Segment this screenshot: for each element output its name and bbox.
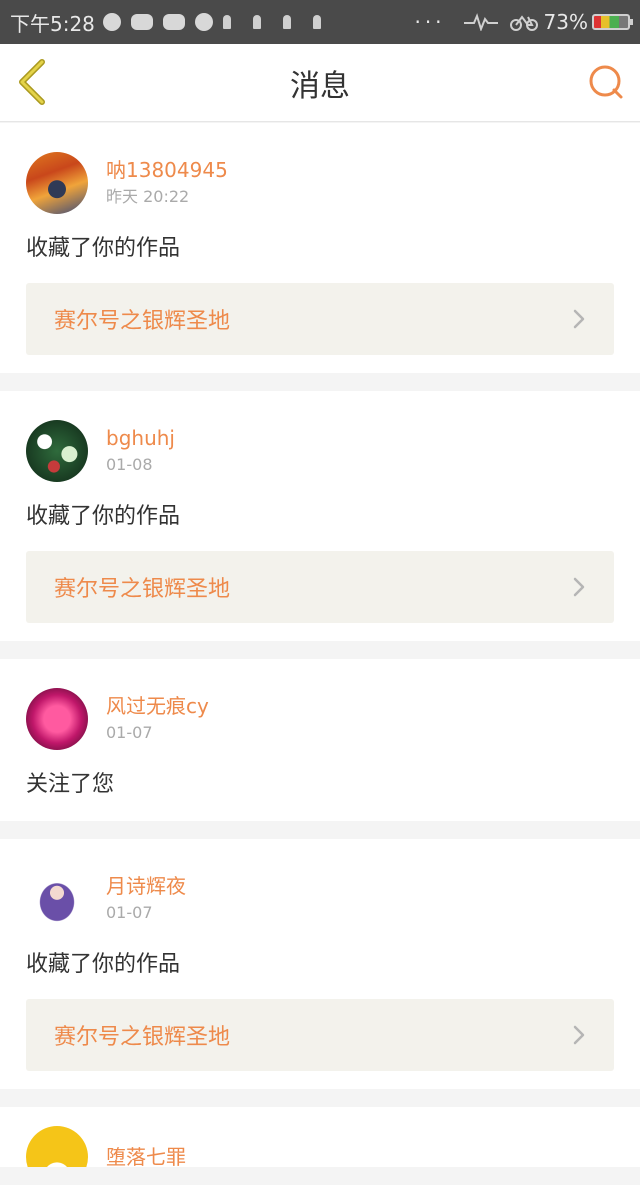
message-date: 01-07: [106, 903, 153, 922]
avatar[interactable]: [26, 688, 88, 750]
wechat-icon: [162, 14, 185, 30]
work-link[interactable]: 赛尔号之银辉圣地: [26, 999, 614, 1071]
activity-icon: [463, 13, 498, 31]
message-action: 收藏了你的作品: [26, 952, 181, 977]
status-bar: 下午5:28 ··· 73%: [0, 0, 640, 44]
message-card[interactable]: 月诗辉夜 01-07 收藏了你的作品 赛尔号之银辉圣地: [0, 839, 640, 1089]
overflow-indicator: ···: [414, 10, 446, 34]
work-title: 赛尔号之银辉圣地: [54, 309, 231, 334]
status-app-icon: [102, 13, 121, 31]
notification-icon: [222, 15, 231, 29]
page-title: 消息: [290, 68, 350, 104]
username[interactable]: 风过无痕cy: [106, 692, 209, 720]
message-card[interactable]: 风过无痕cy 01-07 关注了您: [0, 659, 640, 821]
notification-icon: [312, 15, 321, 29]
avatar[interactable]: [26, 868, 88, 930]
work-link[interactable]: 赛尔号之银辉圣地: [26, 283, 614, 355]
message-action: 收藏了你的作品: [26, 236, 181, 261]
work-link[interactable]: 赛尔号之银辉圣地: [26, 551, 614, 623]
work-title: 赛尔号之银辉圣地: [54, 1025, 231, 1050]
message-card[interactable]: bghuhj 01-08 收藏了你的作品 赛尔号之银辉圣地: [0, 391, 640, 641]
message-action: 关注了您: [26, 772, 115, 797]
message-date: 01-07: [106, 723, 153, 742]
username[interactable]: 堕落七罪: [106, 1143, 186, 1167]
chevron-right-icon: [573, 309, 585, 329]
message-card[interactable]: 堕落七罪: [0, 1107, 640, 1167]
message-card[interactable]: 呐13804945 昨天 20:22 收藏了你的作品 赛尔号之银辉圣地: [0, 123, 640, 373]
avatar[interactable]: [26, 420, 88, 482]
avatar[interactable]: [26, 1126, 88, 1167]
message-header: 月诗辉夜 01-07: [26, 867, 614, 931]
header: 消息: [0, 44, 640, 122]
message-action: 收藏了你的作品: [26, 504, 181, 529]
username[interactable]: 呐13804945: [106, 156, 228, 184]
message-list: 呐13804945 昨天 20:22 收藏了你的作品 赛尔号之银辉圣地 bghu…: [0, 123, 640, 1185]
message-header: 堕落七罪: [26, 1125, 614, 1167]
message-header: bghuhj 01-08: [26, 419, 614, 483]
chevron-left-icon[interactable]: [14, 58, 54, 106]
wechat-icon: [130, 14, 153, 30]
notification-icon: [252, 15, 261, 29]
chevron-right-icon: [573, 1025, 585, 1045]
message-date: 昨天 20:22: [106, 187, 190, 206]
chevron-right-icon: [573, 577, 585, 597]
message-header: 呐13804945 昨天 20:22: [26, 151, 614, 215]
status-time: 下午5:28: [10, 11, 95, 36]
notification-icon: [282, 15, 291, 29]
username[interactable]: 月诗辉夜: [106, 872, 186, 900]
message-header: 风过无痕cy 01-07: [26, 687, 614, 751]
username[interactable]: bghuhj: [106, 424, 175, 452]
work-title: 赛尔号之银辉圣地: [54, 577, 231, 602]
battery-icon: [592, 14, 633, 30]
avatar[interactable]: [26, 152, 88, 214]
search-icon[interactable]: [588, 64, 624, 100]
battery-percent: 73%: [543, 10, 588, 34]
status-app-icon: [194, 13, 213, 31]
message-date: 01-08: [106, 455, 153, 474]
bike-icon: [509, 15, 538, 31]
